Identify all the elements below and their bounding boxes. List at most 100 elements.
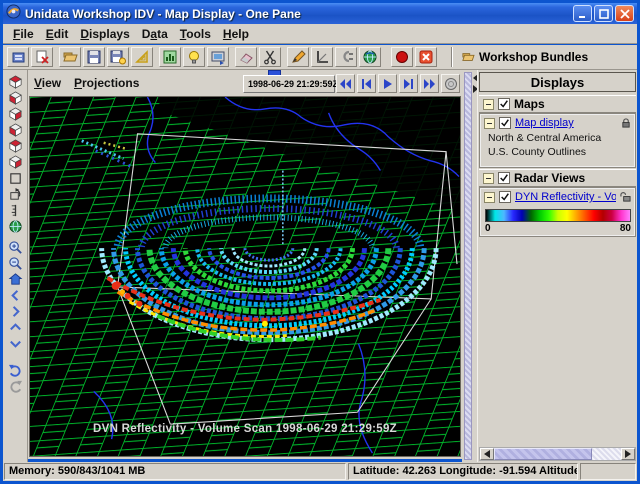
fast-forward-button[interactable] — [420, 74, 439, 93]
plot-icon[interactable] — [311, 47, 333, 67]
scroll-left-arrow[interactable] — [480, 448, 494, 460]
redo-icon[interactable] — [7, 378, 24, 393]
globe-view-icon[interactable] — [7, 219, 24, 234]
globe-icon[interactable] — [359, 47, 381, 67]
step-forward-button[interactable] — [399, 74, 418, 93]
pan-left-icon[interactable] — [7, 288, 24, 303]
reflectivity-colorbar[interactable] — [485, 209, 631, 222]
view-west-icon[interactable] — [7, 122, 24, 137]
window-controls — [573, 5, 634, 22]
displays-panel-hscrollbar[interactable] — [479, 447, 636, 461]
view-north-icon[interactable] — [7, 74, 24, 89]
loop-button[interactable] — [441, 74, 460, 93]
scroll-right-arrow[interactable] — [621, 448, 635, 460]
open-file-icon[interactable] — [59, 47, 81, 67]
view-east-icon[interactable] — [7, 106, 24, 121]
maps-group-header[interactable]: Maps — [479, 95, 636, 113]
pan-down-icon[interactable] — [7, 336, 24, 351]
maps-visibility-checkbox[interactable] — [498, 98, 510, 110]
tools-icon[interactable] — [335, 47, 357, 67]
tips-icon[interactable] — [183, 47, 205, 67]
collapse-radar-display-icon[interactable] — [484, 192, 495, 203]
edit-icon[interactable] — [287, 47, 309, 67]
map-display-link[interactable]: Map display — [515, 117, 617, 129]
exit-icon[interactable] — [415, 47, 437, 67]
radar-display-link[interactable]: DYN Reflectivity - Volu... — [515, 191, 616, 203]
location-status: Latitude: 42.263 Longitude: -91.594 Alti… — [348, 463, 578, 480]
display-label: DVN Reflectivity - Volume Scan 1998-06-2… — [30, 423, 460, 435]
menu-help[interactable]: Help — [219, 25, 257, 43]
maximize-button[interactable] — [594, 5, 613, 22]
lock-icon[interactable] — [621, 117, 631, 129]
splitter-handle[interactable] — [464, 72, 472, 460]
remove-displays-icon[interactable] — [31, 47, 53, 67]
charts-icon[interactable] — [159, 47, 181, 67]
menu-edit[interactable]: Edit — [42, 25, 77, 43]
close-button[interactable] — [615, 5, 634, 22]
menu-view[interactable]: View — [34, 76, 61, 90]
title-bar[interactable]: Unidata Workshop IDV - Map Display - One… — [3, 3, 637, 24]
collapse-radar-views-icon[interactable] — [483, 173, 494, 184]
view-bottom-icon[interactable] — [7, 154, 24, 169]
panel-splitter[interactable] — [462, 70, 477, 462]
pan-up-icon[interactable] — [7, 320, 24, 335]
reset-view-icon[interactable] — [7, 272, 24, 287]
step-back-button[interactable] — [357, 74, 376, 93]
menu-projections[interactable]: Projections — [74, 76, 139, 90]
time-selector-dropdown[interactable]: 1998-06-29 21:29:59Z — [243, 75, 335, 93]
workshop-bundles-button[interactable]: Workshop Bundles — [461, 48, 588, 66]
view-south-icon[interactable] — [7, 90, 24, 105]
capture-image-icon[interactable] — [207, 47, 229, 67]
menu-displays[interactable]: Displays — [76, 25, 137, 43]
drawing-tool-icon[interactable] — [131, 47, 153, 67]
map-layer-item[interactable]: U.S. County Outlines — [480, 145, 635, 159]
status-bar: Memory: 590/843/1041 MB Latitude: 42.263… — [3, 462, 637, 481]
zoom-in-icon[interactable] — [7, 240, 24, 255]
check-icon — [499, 173, 509, 183]
memory-status: Memory: 590/843/1041 MB — [4, 463, 346, 480]
window-title: Unidata Workshop IDV - Map Display - One… — [25, 7, 573, 21]
map-view-panel: View Projections 1998-06-29 21:29:59Z — [28, 70, 462, 459]
unlock-icon[interactable] — [620, 191, 631, 203]
dashboard-icon[interactable] — [7, 47, 29, 67]
colorbar-min-label: 0 — [485, 223, 491, 234]
map-display-checkbox[interactable] — [499, 117, 511, 129]
cut-icon[interactable] — [259, 47, 281, 67]
perspective-view-icon[interactable] — [7, 171, 24, 186]
radar-views-visibility-checkbox[interactable] — [498, 172, 510, 184]
record-icon[interactable] — [391, 47, 413, 67]
radar-display-checkbox[interactable] — [499, 191, 511, 203]
map-layer-item[interactable]: North & Central America — [480, 131, 635, 145]
scrollbar-thumb[interactable] — [494, 448, 592, 460]
erase-icon[interactable] — [235, 47, 257, 67]
displays-panel-title: Displays — [479, 72, 636, 92]
bundles-label: Workshop Bundles — [479, 50, 588, 64]
bundles-folder-icon — [461, 51, 475, 63]
collapse-maps-icon[interactable] — [483, 99, 494, 110]
view-top-icon[interactable] — [7, 138, 24, 153]
zoom-out-icon[interactable] — [7, 256, 24, 271]
rotate-view-icon[interactable] — [7, 187, 24, 202]
radar-volume-scene — [30, 97, 460, 456]
minimize-button[interactable] — [573, 5, 592, 22]
vertical-range-icon[interactable] — [7, 203, 24, 218]
menu-bar: File Edit Displays Data Tools Help — [3, 24, 637, 44]
pan-right-icon[interactable] — [7, 304, 24, 319]
rewind-button[interactable] — [336, 74, 355, 93]
radar-views-group-label: Radar Views — [514, 171, 585, 185]
play-button[interactable] — [378, 74, 397, 93]
save-as-icon[interactable] — [107, 47, 129, 67]
menu-data[interactable]: Data — [138, 25, 176, 43]
save-icon[interactable] — [83, 47, 105, 67]
maps-group-label: Maps — [514, 97, 545, 111]
main-toolbar: Workshop Bundles — [3, 45, 637, 70]
radar-views-group-header[interactable]: Radar Views — [479, 169, 636, 187]
collapse-map-display-icon[interactable] — [484, 118, 495, 129]
map-3d-canvas[interactable]: DVN Reflectivity - Volume Scan 1998-06-2… — [29, 96, 461, 457]
radar-group-box: DYN Reflectivity - Volu... 0 80 — [479, 187, 636, 237]
check-icon — [499, 99, 509, 109]
menu-file[interactable]: File — [9, 25, 42, 43]
undo-icon[interactable] — [7, 362, 24, 377]
menu-tools[interactable]: Tools — [176, 25, 219, 43]
app-icon — [6, 4, 21, 24]
